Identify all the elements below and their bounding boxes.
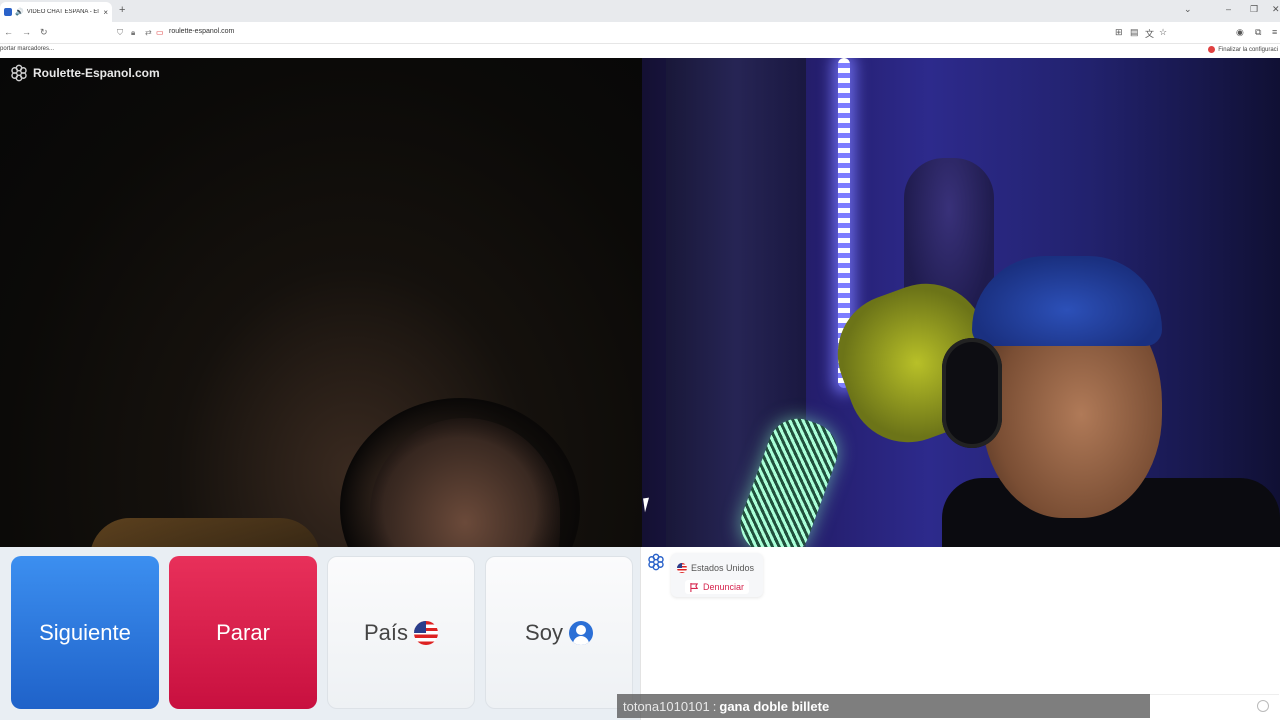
tab-close-icon[interactable]: ×: [103, 8, 108, 17]
finish-setup-label: Finalizar la configuraci: [1218, 46, 1278, 53]
self-video: [642, 58, 1280, 547]
account-icon[interactable]: ◉: [1236, 27, 1244, 38]
flower-logo-icon: [11, 64, 27, 82]
shield-icon[interactable]: ⛉: [117, 28, 123, 38]
finish-setup-link[interactable]: Finalizar la configuraci: [1208, 46, 1278, 53]
video-guitar: [90, 518, 320, 547]
next-label: Siguiente: [39, 619, 131, 645]
tab-title: VIDEO CHAT ESPAÑA - El ch: [26, 9, 101, 15]
partner-country: Estados Unidos: [677, 563, 754, 573]
next-button[interactable]: Siguiente: [11, 556, 159, 709]
soy-label: Soy: [525, 619, 563, 645]
flower-logo-icon: [648, 553, 664, 571]
permissions-icon[interactable]: ⇄: [145, 28, 152, 37]
lock-icon[interactable]: 🔒︎: [131, 28, 135, 38]
overlay-message: gana doble billete: [719, 698, 830, 714]
partner-country-label: Estados Unidos: [691, 563, 755, 573]
camera-icon[interactable]: ▭: [156, 28, 164, 37]
bookmarks-bar: portar marcadores... Finalizar la config…: [0, 44, 1280, 58]
country-button[interactable]: País: [327, 556, 475, 709]
url-field[interactable]: roulette-espanol.com: [169, 28, 234, 35]
us-flag-icon: [677, 563, 687, 573]
country-label: País: [363, 619, 409, 645]
import-bookmarks-link[interactable]: portar marcadores...: [0, 46, 54, 52]
stop-label: Parar: [216, 619, 270, 645]
gender-button[interactable]: Soy: [485, 556, 633, 709]
reader-icon[interactable]: ▤: [1130, 27, 1139, 38]
overlay-username: totona1010101: [623, 698, 710, 714]
reload-icon[interactable]: ↻: [40, 27, 48, 38]
speaker-icon[interactable]: 🔊: [15, 8, 24, 16]
address-bar: ← → ↻ ⛉ 🔒︎ ⇄ ▭ roulette-espanol.com ⊞ ▤ …: [0, 22, 1280, 44]
tab-bar: 🔊 VIDEO CHAT ESPAÑA - El ch × + ⌄ – ❐ ✕: [0, 0, 1280, 22]
report-button[interactable]: Denunciar: [685, 580, 750, 594]
user-avatar-icon: [568, 620, 593, 645]
close-window-icon[interactable]: ✕: [1272, 4, 1280, 15]
video-cap: [972, 256, 1162, 346]
stop-button[interactable]: Parar: [169, 556, 317, 709]
forward-icon[interactable]: →: [22, 27, 31, 37]
new-tab-button[interactable]: +: [119, 4, 125, 16]
extensions-icon[interactable]: ⧉: [1255, 27, 1261, 38]
save-page-icon[interactable]: ⊞: [1115, 27, 1123, 38]
report-label: Denunciar: [703, 582, 745, 592]
site-logo[interactable]: Roulette-Espanol.com: [10, 64, 160, 82]
browser-logo-icon: [1208, 46, 1216, 53]
flag-icon: [690, 582, 699, 592]
video-hair: [340, 398, 580, 547]
menu-icon[interactable]: ≡: [1272, 27, 1277, 37]
us-flag-icon: [414, 620, 439, 645]
site-favicon-icon: [4, 8, 12, 16]
back-icon[interactable]: ←: [4, 27, 13, 37]
tab-list-icon[interactable]: ⌄: [1184, 4, 1192, 15]
partner-video: [0, 58, 642, 547]
logo-text: Roulette-Espanol.com: [33, 66, 160, 80]
stream-chat-overlay: totona1010101 : gana doble billete: [617, 694, 1150, 718]
video-headphone: [942, 338, 1002, 448]
star-icon[interactable]: ☆: [1159, 27, 1167, 38]
emoji-icon[interactable]: [1257, 700, 1269, 712]
browser-tab[interactable]: 🔊 VIDEO CHAT ESPAÑA - El ch ×: [0, 2, 112, 22]
overlay-separator: :: [712, 698, 717, 714]
restore-icon[interactable]: ❐: [1250, 4, 1258, 15]
controls-panel: Siguiente Parar País Soy: [0, 547, 640, 720]
minimize-icon[interactable]: –: [1226, 4, 1231, 14]
partner-info-card: Estados Unidos Denunciar: [671, 553, 763, 597]
translate-icon[interactable]: 文: [1145, 27, 1154, 40]
